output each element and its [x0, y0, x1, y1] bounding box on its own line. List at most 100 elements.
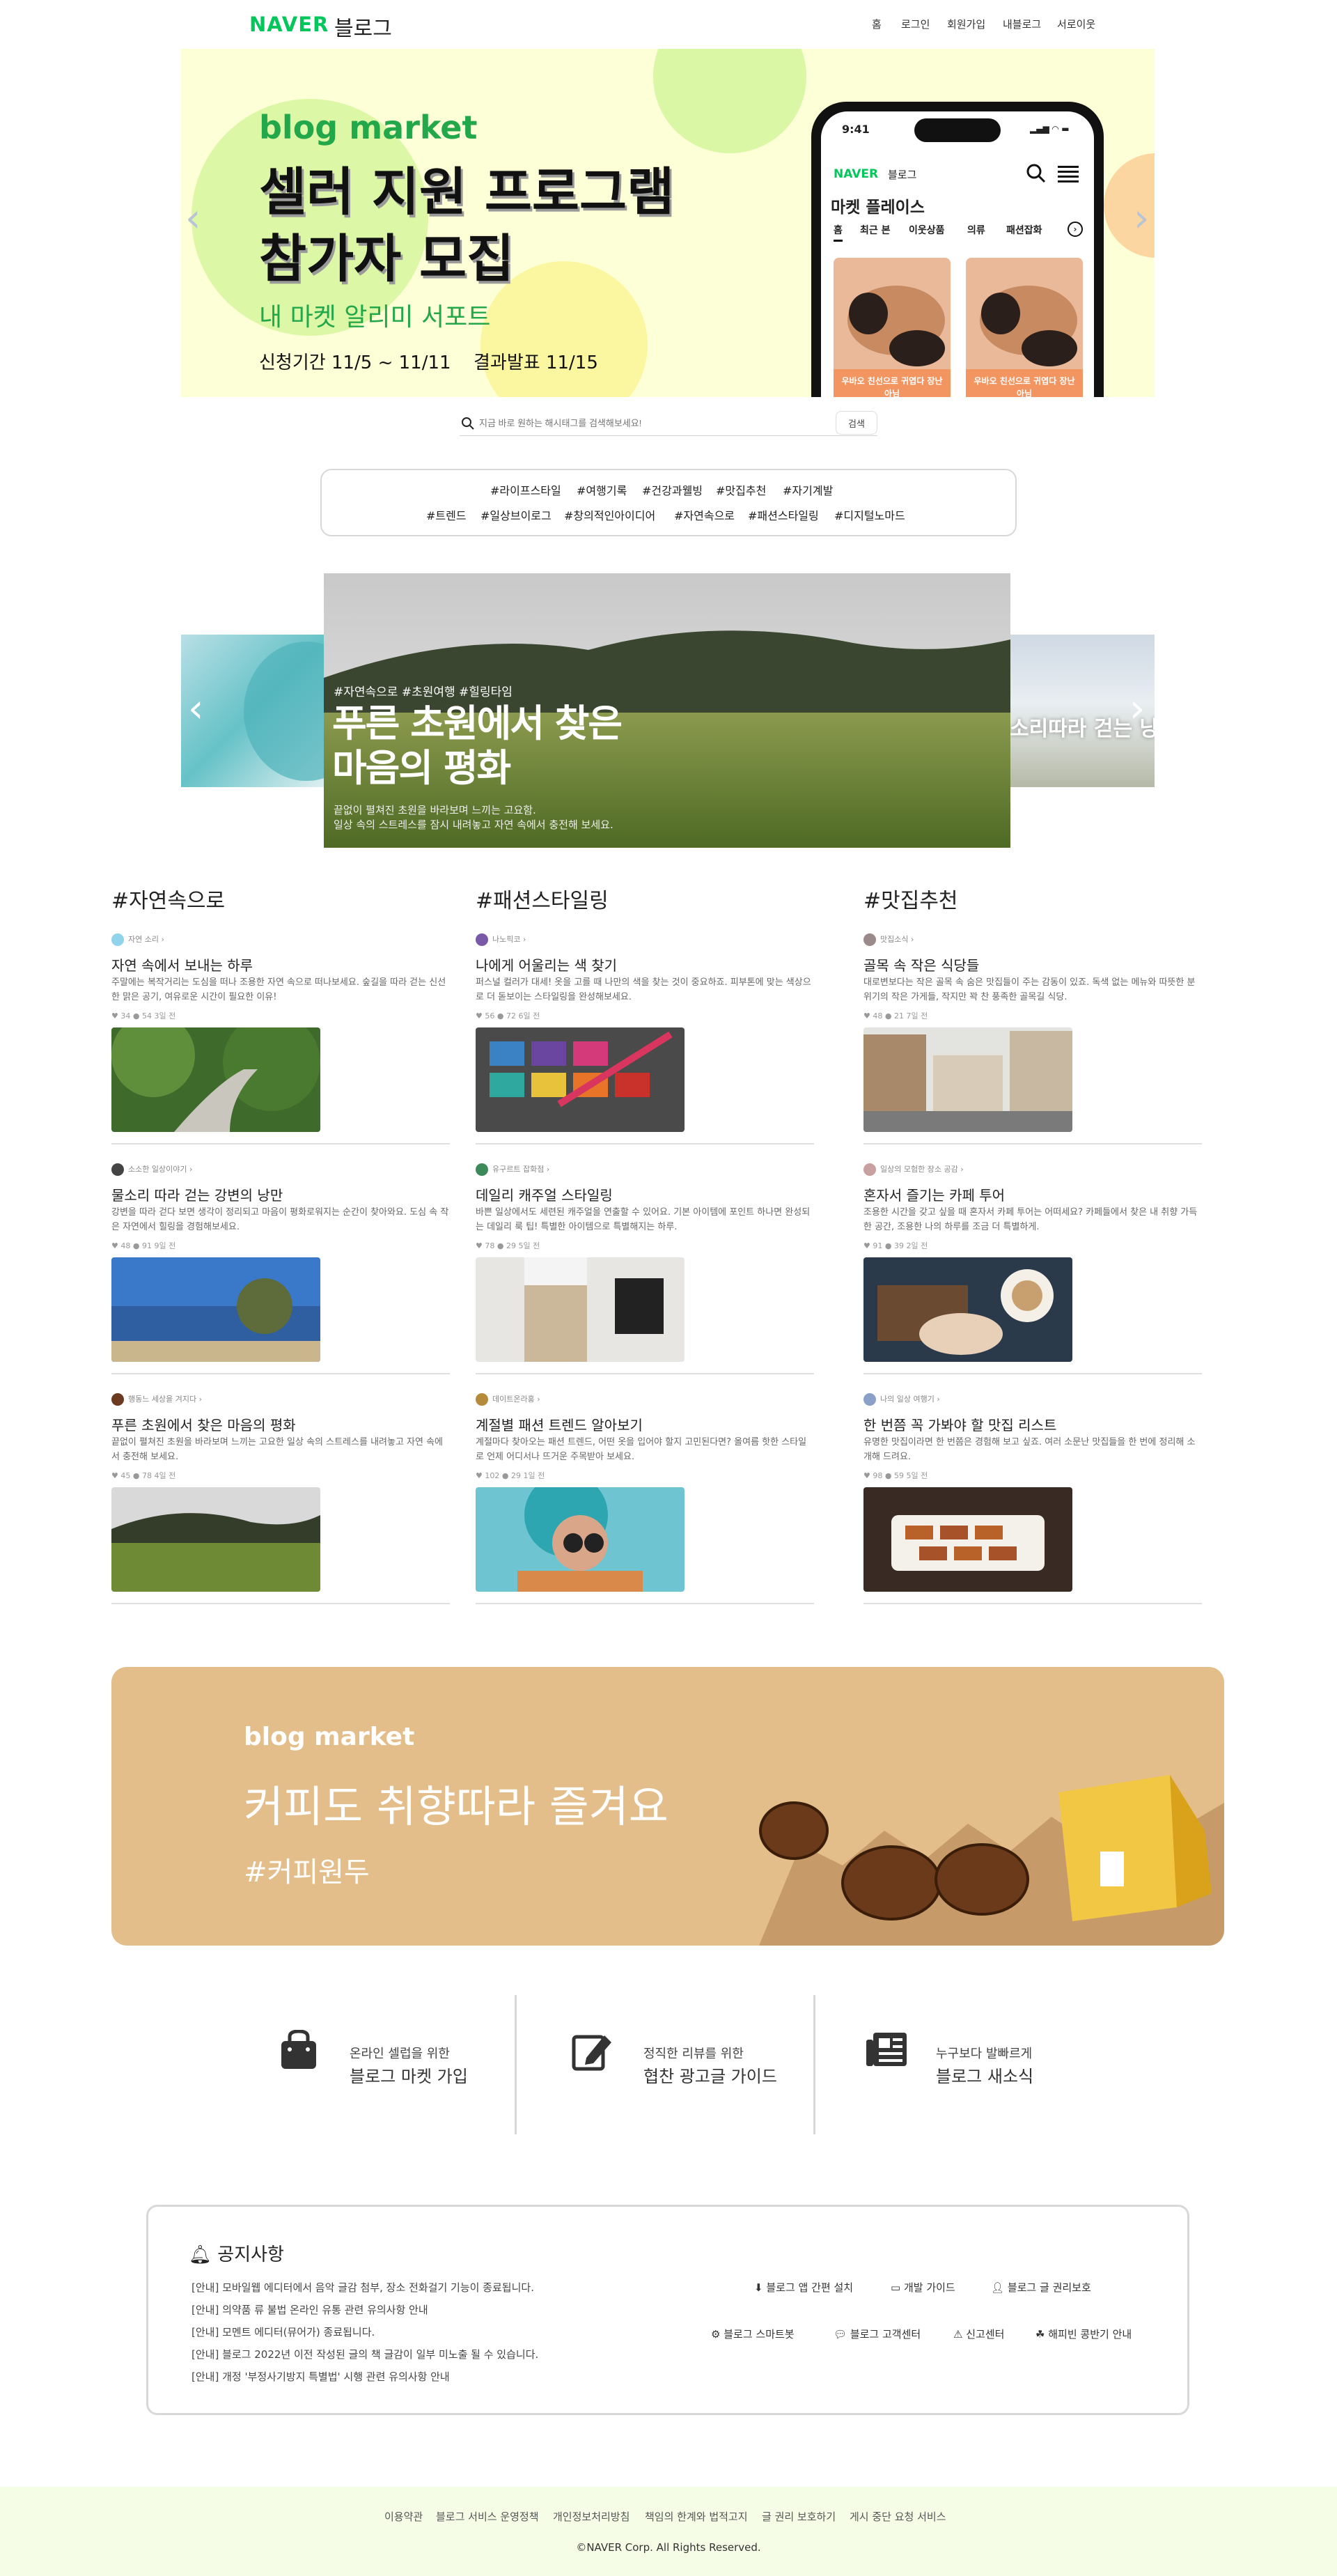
post-title[interactable]: 나에게 어울리는 색 찾기: [476, 954, 617, 975]
bell-icon: 🔔︎: [189, 2244, 212, 2265]
nav-neighbors[interactable]: 서로이웃: [1057, 17, 1095, 31]
apply-period: 신청기간 11/5 ~ 11/11: [259, 352, 451, 373]
post-title[interactable]: 혼자서 즐기는 카페 투어: [863, 1184, 1005, 1204]
post-author[interactable]: 일상의 모험한 장소 공감 ›: [863, 1163, 964, 1176]
carousel-main-slide[interactable]: #자연속으로 #초원여행 #힐링타임 푸른 초원에서 찾은 마음의 평화 끝없이…: [324, 573, 1010, 848]
menu-icon: [1058, 166, 1079, 183]
nav-login[interactable]: 로그인: [901, 17, 930, 31]
promo-banner[interactable]: blog market 커피도 취향따라 즐겨요 #커피원두: [111, 1667, 1224, 1946]
hero-prev-arrow[interactable]: ‹: [185, 199, 201, 238]
phone-tab: 패션잡화: [1006, 225, 1042, 236]
post-author[interactable]: 유구르트 잡화점 ›: [476, 1163, 549, 1176]
post-author[interactable]: 행동느 세상을 겨지다 ›: [111, 1393, 202, 1406]
divider: [863, 1143, 1202, 1145]
post-author[interactable]: 소소한 일상이야기 ›: [111, 1163, 192, 1176]
post-title[interactable]: 골목 속 작은 식당들: [863, 954, 979, 975]
hashtag[interactable]: #일상브이로그: [480, 506, 552, 523]
search-input[interactable]: [479, 414, 855, 432]
notice-item[interactable]: [안내] 모바일웹 에디터에서 음악 글감 첨부, 장소 전화걸기 기능이 종료…: [191, 2280, 534, 2295]
hashtag[interactable]: #맛집추천: [716, 481, 766, 498]
post-title[interactable]: 푸른 초원에서 찾은 마음의 평화: [111, 1414, 296, 1434]
post-title[interactable]: 자연 속에서 보내는 하루: [111, 954, 253, 975]
footer-link-policy[interactable]: 블로그 서비스 운영정책: [436, 2509, 539, 2524]
nav-my-blog[interactable]: 내블로그: [1003, 17, 1041, 31]
divider: [111, 1603, 450, 1604]
blog-logo-text[interactable]: 블로그: [334, 11, 392, 42]
nav-home[interactable]: 홈: [872, 17, 882, 31]
post-author[interactable]: 맛집소식 ›: [863, 933, 914, 946]
link-customer-center[interactable]: 💬︎ 블로그 고객센터: [834, 2327, 921, 2341]
link-dev-guide[interactable]: ▭ 개발 가이드: [891, 2280, 955, 2295]
post-desc: 바쁜 일상에서도 세련된 캐주얼을 연출할 수 있어요. 기본 아이템에 포인트…: [476, 1207, 811, 1232]
column-title[interactable]: #패션스타일링: [476, 883, 609, 914]
naver-logo[interactable]: NAVER: [249, 13, 329, 36]
post-card[interactable]: 행동느 세상을 겨지다 › 푸른 초원에서 찾은 마음의 평화 끝없이 펼쳐진 …: [111, 1393, 450, 1616]
post-card[interactable]: 나노픽코 › 나에게 어울리는 색 찾기 퍼스널 컬러가 대세! 옷을 고를 때…: [476, 933, 814, 1156]
link-report-center[interactable]: ⚠ 신고센터: [953, 2327, 1004, 2341]
post-author[interactable]: 나의 일상 여행기 ›: [863, 1393, 940, 1406]
notice-item[interactable]: [안내] 모멘트 에디터(뮤어가) 종료됩니다.: [191, 2325, 375, 2339]
hashtag[interactable]: #트렌드: [426, 506, 467, 523]
avatar: [863, 1163, 876, 1176]
post-stats: ♥ 102 ● 29 1일 전: [476, 1471, 545, 1480]
hashtag[interactable]: #자기계발: [783, 481, 833, 498]
search-button[interactable]: 검색: [836, 411, 877, 435]
meadow-thumb-image[interactable]: [111, 1487, 320, 1592]
post-card[interactable]: 맛집소식 › 골목 속 작은 식당들 대로변보다는 작은 골목 속 숨은 맛집들…: [863, 933, 1202, 1156]
chevron-right-icon: ›: [1068, 222, 1083, 237]
riverside-image[interactable]: [111, 1257, 320, 1362]
footer-link-terms[interactable]: 이용약관: [384, 2509, 423, 2524]
food-dish-image[interactable]: [863, 1487, 1072, 1592]
column-title[interactable]: #자연속으로: [111, 883, 225, 914]
cafe-coffee-image[interactable]: [863, 1257, 1072, 1362]
hashtag[interactable]: #라이프스타일: [490, 481, 561, 498]
post-title[interactable]: 데일리 캐주얼 스타일링: [476, 1184, 613, 1204]
post-author[interactable]: 나노픽코 ›: [476, 933, 526, 946]
post-card[interactable]: 자연 소리 › 자연 속에서 보내는 하루 주말에는 복작거리는 도심을 떠나 …: [111, 933, 450, 1156]
link-rights-protect[interactable]: 👤︎ 블로그 글 권리보호: [991, 2280, 1091, 2295]
monitor-icon: ▭: [891, 2281, 901, 2294]
link-app-install[interactable]: ⬇ 블로그 앱 간편 설치: [754, 2280, 853, 2295]
phone-card-label: 우바오 친선으로 귀엽다 장난아님: [841, 376, 943, 397]
avatar: [476, 933, 488, 946]
fashion-portrait-image[interactable]: [476, 1487, 685, 1592]
carousel-next-arrow[interactable]: ›: [1129, 690, 1145, 729]
post-card[interactable]: 유구르트 잡화점 › 데일리 캐주얼 스타일링 바쁜 일상에서도 세련된 캐주얼…: [476, 1163, 814, 1386]
post-card[interactable]: 데이트온라홍 › 계절별 패션 트렌드 알아보기 계절마다 찾아오는 패션 트렌…: [476, 1393, 814, 1616]
hashtag[interactable]: #건강과웰빙: [642, 481, 703, 498]
footer-link-rights[interactable]: 글 권리 보호하기: [762, 2509, 836, 2524]
post-author[interactable]: 데이트온라홍 ›: [476, 1393, 540, 1406]
link-smartbot[interactable]: ⚙ 블로그 스마트봇: [711, 2327, 795, 2341]
casual-outfit-image[interactable]: [476, 1257, 685, 1362]
post-author[interactable]: 자연 소리 ›: [111, 933, 164, 946]
carousel-prev-arrow[interactable]: ‹: [188, 690, 203, 729]
hashtag[interactable]: #여행기록: [577, 481, 627, 498]
nav-signup[interactable]: 회원가입: [947, 17, 985, 31]
hashtag[interactable]: #창의적인아이디어: [564, 506, 655, 523]
post-title[interactable]: 물소리 따라 걷는 강변의 낭만: [111, 1184, 283, 1204]
post-card[interactable]: 나의 일상 여행기 › 한 번쯤 꼭 가봐야 할 맛집 리스트 유명한 맛집이라…: [863, 1393, 1202, 1616]
notice-item[interactable]: [안내] 블로그 2022년 이전 작성된 글의 책 글감이 일부 미노출 될 …: [191, 2347, 538, 2361]
user-shield-icon: 👤︎: [991, 2281, 1005, 2294]
post-card[interactable]: 소소한 일상이야기 › 물소리 따라 걷는 강변의 낭만 강변을 따라 걷다 보…: [111, 1163, 450, 1386]
footer-link-takedown[interactable]: 게시 중단 요청 서비스: [850, 2509, 946, 2524]
post-card[interactable]: 일상의 모험한 장소 공감 › 혼자서 즐기는 카페 투어 조용한 시간을 갖고…: [863, 1163, 1202, 1386]
notice-item[interactable]: [안내] 의약품 류 불법 온라인 유통 관련 유의사항 안내: [191, 2302, 428, 2317]
footer-link-legal[interactable]: 책임의 한계와 법적고지: [645, 2509, 748, 2524]
hashtag[interactable]: #자연속으로: [674, 506, 735, 523]
notice-item[interactable]: [안내] 개정 '부정사기방지 특별법' 시행 관련 유의사항 안내: [191, 2369, 450, 2384]
post-title[interactable]: 한 번쯤 꼭 가봐야 할 맛집 리스트: [863, 1414, 1056, 1434]
hashtag[interactable]: #패션스타일링: [748, 506, 819, 523]
post-desc: 계절마다 찾아오는 패션 트렌드, 어떤 옷을 입어야 할지 고민된다면? 올여…: [476, 1437, 807, 1462]
link-happybean[interactable]: ☘ 해피빈 콩반기 안내: [1035, 2327, 1132, 2341]
post-title[interactable]: 계절별 패션 트렌드 알아보기: [476, 1414, 643, 1434]
hero-banner[interactable]: blog market 셀러 지원 프로그램 참가자 모집 내 마켓 알리미 서…: [181, 49, 1155, 397]
footer-link-privacy[interactable]: 개인정보처리방침: [553, 2509, 630, 2524]
hero-next-arrow[interactable]: ›: [1134, 199, 1149, 238]
column-title[interactable]: #맛집추천: [863, 883, 958, 914]
paint-palette-image[interactable]: [476, 1027, 685, 1132]
alley-street-image[interactable]: [863, 1027, 1072, 1132]
forest-path-image[interactable]: [111, 1027, 320, 1132]
avatar: [476, 1393, 488, 1406]
hashtag[interactable]: #디지털노마드: [834, 506, 905, 523]
